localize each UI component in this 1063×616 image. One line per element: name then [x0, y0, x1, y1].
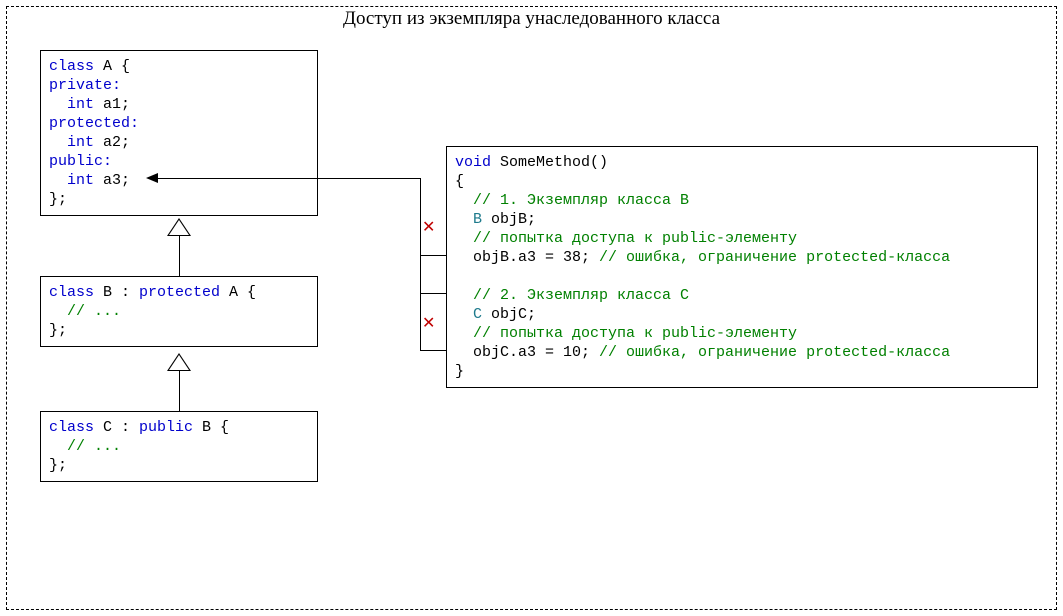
class-b-box: class B : protected A { // ... }; [40, 276, 318, 347]
connector-line [179, 236, 180, 276]
code: B { [193, 419, 229, 436]
connector-line [420, 293, 447, 294]
code: { [455, 173, 464, 190]
code: // ... [49, 438, 121, 455]
code: protected: [49, 115, 139, 132]
inheritance-arrow-icon [167, 353, 191, 371]
code: int [49, 134, 94, 151]
code: // 2. Экземпляр класса C [455, 287, 689, 304]
code: C : [94, 419, 139, 436]
code: a1; [94, 96, 130, 113]
connector-line [420, 178, 421, 293]
code: int [49, 96, 94, 113]
code: // ошибка, ограничение protected-класса [599, 344, 950, 361]
code: // попытка доступа к public-элементу [455, 325, 797, 342]
error-x-icon: ✕ [422, 313, 435, 333]
code: // попытка доступа к public-элементу [455, 230, 797, 247]
inheritance-arrow-icon [167, 218, 191, 236]
code: a2; [94, 134, 130, 151]
class-c-box: class C : public B { // ... }; [40, 411, 318, 482]
code: objB; [482, 211, 536, 228]
code: class [49, 419, 94, 436]
code: SomeMethod() [491, 154, 608, 171]
code: int [49, 172, 94, 189]
connector-line [420, 255, 447, 256]
connector-line [420, 350, 447, 351]
code: A { [94, 58, 130, 75]
connector-line [179, 371, 180, 411]
arrow-left-icon [146, 173, 158, 183]
code: } [455, 363, 464, 380]
code: }; [49, 322, 67, 339]
code: // ... [49, 303, 121, 320]
code: class [49, 58, 94, 75]
code: void [455, 154, 491, 171]
code: B [455, 211, 482, 228]
code: objC; [482, 306, 536, 323]
diagram-title: Доступ из экземпляра унаследованного кла… [0, 8, 1063, 30]
code: // ошибка, ограничение protected-класса [599, 249, 950, 266]
class-a-box: class A { private: int a1; protected: in… [40, 50, 318, 216]
connector-line [158, 178, 420, 179]
method-box: void SomeMethod() { // 1. Экземпляр клас… [446, 146, 1038, 388]
code: objB.a3 = 38; [455, 249, 599, 266]
code: protected [139, 284, 220, 301]
code: a3; [94, 172, 130, 189]
code: }; [49, 191, 67, 208]
connector-line [420, 293, 421, 350]
error-x-icon: ✕ [422, 217, 435, 237]
code: objC.a3 = 10; [455, 344, 599, 361]
code: }; [49, 457, 67, 474]
code [455, 268, 464, 285]
code: class [49, 284, 94, 301]
code: C [455, 306, 482, 323]
code: public: [49, 153, 112, 170]
code: private: [49, 77, 121, 94]
code: A { [220, 284, 256, 301]
code: B : [94, 284, 139, 301]
code: public [139, 419, 193, 436]
code: // 1. Экземпляр класса B [455, 192, 689, 209]
